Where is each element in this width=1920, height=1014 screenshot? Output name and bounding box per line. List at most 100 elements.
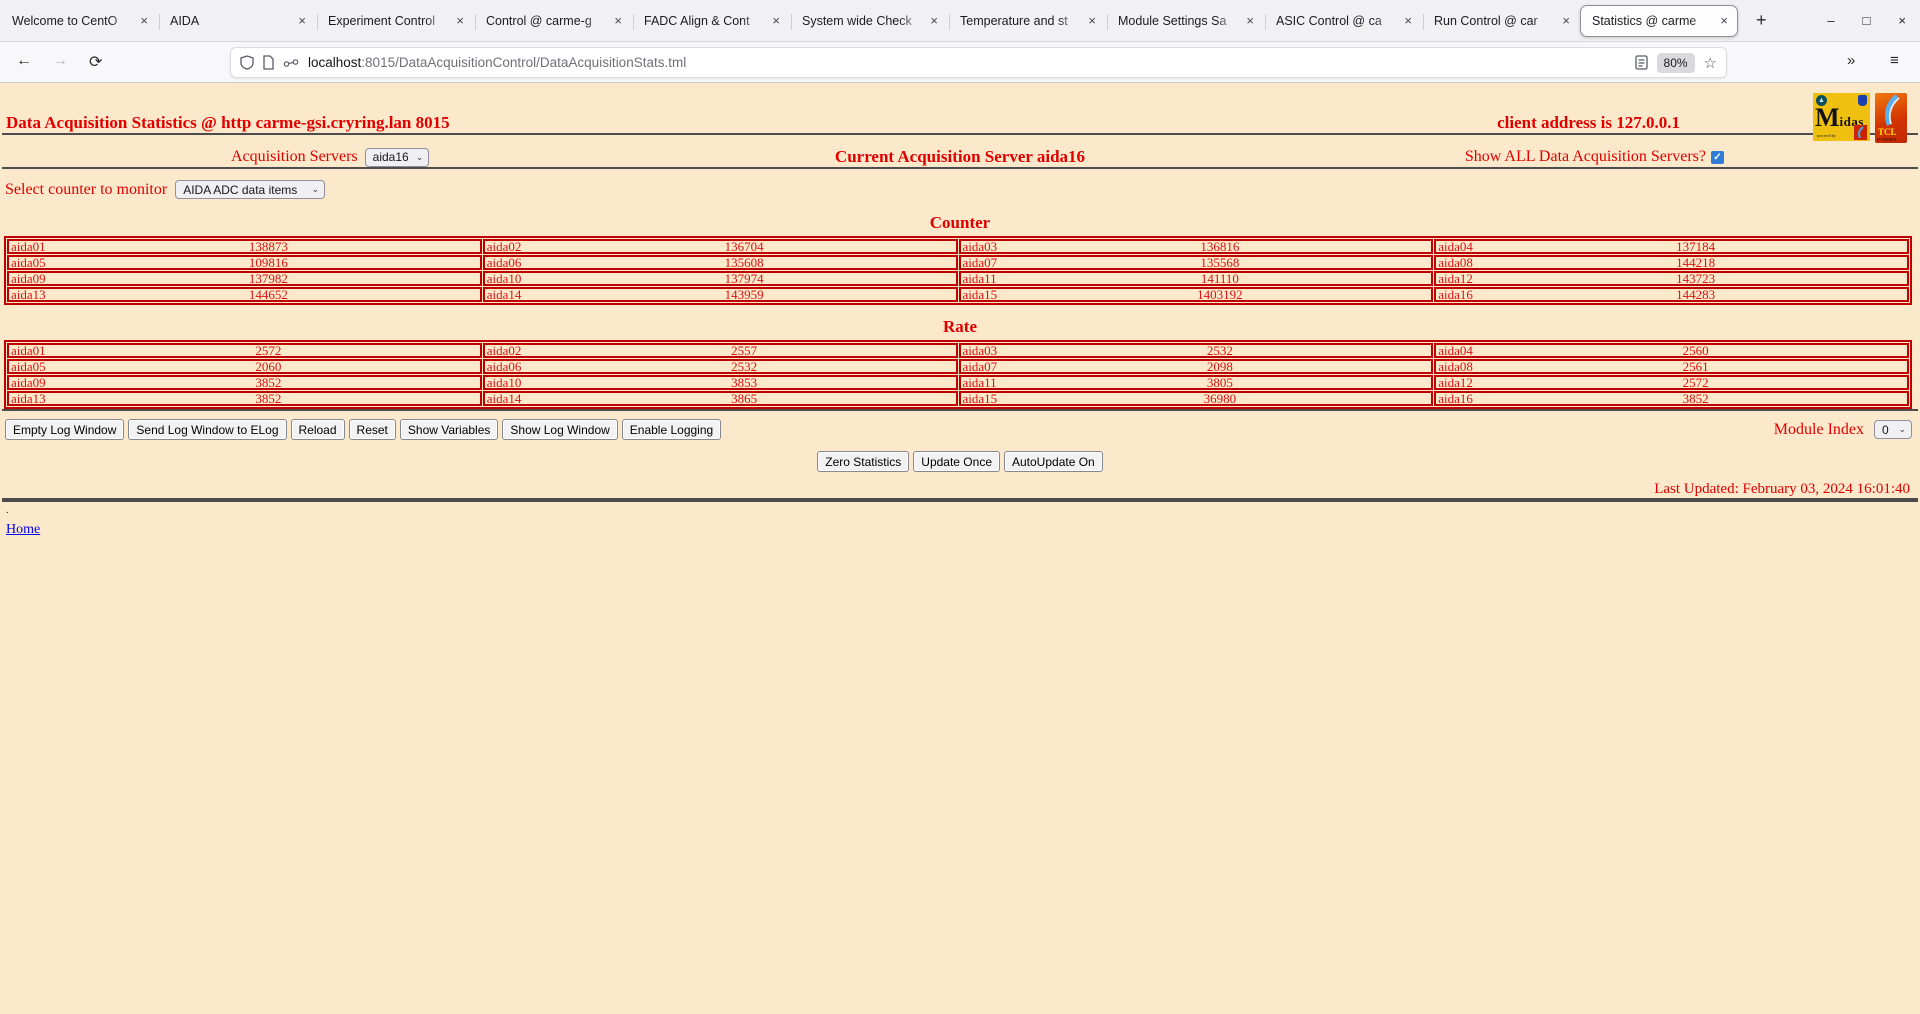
browser-tab[interactable]: ASIC Control @ ca × [1264, 5, 1422, 37]
table-cell: aida15 36980 [958, 391, 1434, 406]
close-tab-icon[interactable]: × [769, 13, 783, 28]
close-window-icon[interactable]: × [1898, 13, 1906, 28]
channel-name: aida15 [962, 287, 998, 302]
zero-statistics-button[interactable]: Zero Statistics [817, 451, 910, 472]
counter-pair: aida08 2561 [1436, 360, 1907, 373]
show-all-checkbox[interactable]: ✓ [1711, 150, 1724, 164]
channel-name: aida15 [962, 391, 998, 406]
url-text[interactable]: localhost:8015/DataAcquisitionControl/Da… [308, 55, 686, 70]
module-index-value: 0 [1882, 422, 1889, 437]
close-tab-icon[interactable]: × [1559, 13, 1573, 28]
show-all-label: Show ALL Data Acquisition Servers? [1464, 148, 1706, 165]
back-icon[interactable]: ← [16, 52, 32, 70]
reset-button[interactable]: Reset [348, 419, 396, 440]
send-log-window-to-elog-button[interactable]: Send Log Window to ELog [128, 419, 287, 440]
channel-value: 3865 [731, 391, 758, 406]
channel-value: 2532 [1206, 343, 1233, 358]
tab-title: ASIC Control @ ca [1276, 13, 1382, 28]
browser-tab[interactable]: FADC Align & Cont × [632, 5, 790, 37]
chevron-down-icon: ⌄ [311, 184, 320, 194]
acquisition-server-select[interactable]: aida16 ⌄ [364, 147, 430, 167]
counter-pair: aida13 144652 [9, 287, 480, 302]
close-tab-icon[interactable]: × [611, 13, 625, 28]
tcl-powered-logo: TCL POWERED [1875, 93, 1907, 143]
show-variables-button[interactable]: Show Variables [399, 419, 499, 440]
tracking-shield-icon[interactable] [240, 55, 254, 70]
counter-monitor-select[interactable]: AIDA ADC data items ⌄ [175, 180, 326, 199]
enable-logging-button[interactable]: Enable Logging [621, 419, 722, 440]
channel-value: 2572 [1682, 375, 1709, 390]
close-tab-icon[interactable]: × [927, 13, 941, 28]
table-cell: aida04 2560 [1434, 343, 1909, 358]
tab-separator [633, 13, 634, 30]
acquisition-server-value: aida16 [372, 150, 409, 164]
module-index-select[interactable]: 0 ⌄ [1874, 420, 1912, 439]
channel-value: 109816 [248, 255, 288, 270]
browser-tab[interactable]: Experiment Control × [316, 5, 474, 37]
autoupdate-on-button[interactable]: AutoUpdate On [1004, 451, 1103, 472]
close-tab-icon[interactable]: × [1717, 13, 1731, 28]
counter-pair: aida11 141110 [961, 272, 1432, 285]
counter-pair: aida09 3852 [9, 376, 480, 389]
table-cell: aida14 3865 [482, 391, 958, 406]
browser-tab[interactable]: Module Settings Sa × [1106, 5, 1264, 37]
channel-name: aida01 [11, 239, 46, 254]
empty-log-window-button[interactable]: Empty Log Window [5, 419, 125, 440]
new-tab-button[interactable]: + [1750, 10, 1773, 31]
reload-button[interactable]: Reload [290, 419, 345, 440]
browser-tab[interactable]: Temperature and st × [948, 5, 1106, 37]
url-bar[interactable]: localhost:8015/DataAcquisitionControl/Da… [230, 47, 1727, 78]
update-once-button[interactable]: Update Once [913, 451, 1000, 472]
table-cell: aida01 138873 [7, 239, 482, 254]
acquisition-servers-group: Acquisition Servers aida16 ⌄ [0, 147, 835, 167]
channel-name: aida04 [1438, 343, 1473, 358]
channel-name: aida03 [962, 239, 998, 254]
table-cell: aida05 109816 [7, 255, 482, 270]
close-tab-icon[interactable]: × [295, 13, 309, 28]
midas-powered-by: powered by [1817, 133, 1836, 138]
zoom-level-badge[interactable]: 80% [1656, 52, 1695, 73]
home-link[interactable]: Home [6, 522, 40, 537]
close-tab-icon[interactable]: × [1085, 13, 1099, 28]
counter-section-title: Counter [929, 213, 991, 232]
browser-tab[interactable]: System wide Check × [790, 5, 948, 37]
bookmark-star-icon[interactable]: ☆ [1704, 54, 1717, 72]
counter-pair: aida16 3852 [1436, 391, 1907, 406]
channel-value: 144652 [248, 287, 288, 302]
permissions-icon[interactable] [283, 58, 299, 68]
tab-title: AIDA [170, 13, 200, 28]
reader-mode-icon[interactable] [1634, 55, 1648, 70]
counter-pair: aida07 135568 [961, 256, 1432, 269]
close-tab-icon[interactable]: × [1243, 13, 1257, 28]
channel-name: aida09 [11, 271, 46, 286]
minimize-icon[interactable]: – [1827, 13, 1834, 28]
counter-pair: aida06 2532 [485, 360, 956, 373]
browser-tab[interactable]: Run Control @ car × [1422, 5, 1580, 37]
server-row: Acquisition Servers aida16 ⌄ Current Acq… [0, 147, 1920, 167]
toolbar-overflow-icon[interactable]: » [1847, 52, 1855, 69]
browser-tab[interactable]: Welcome to CentO × [0, 5, 158, 37]
page-info-icon[interactable] [262, 55, 275, 70]
channel-value: 1403192 [1197, 287, 1243, 302]
counter-pair: aida13 3852 [9, 392, 480, 405]
maximize-icon[interactable]: □ [1863, 13, 1871, 28]
close-tab-icon[interactable]: × [137, 13, 151, 28]
channel-name: aida16 [1438, 391, 1473, 406]
table-cell: aida11 3805 [958, 375, 1434, 390]
close-tab-icon[interactable]: × [453, 13, 467, 28]
menu-hamburger-icon[interactable]: ≡ [1890, 52, 1899, 69]
show-log-window-button[interactable]: Show Log Window [502, 419, 618, 440]
last-updated-text: Last Updated: February 03, 2024 16:01:40 [1654, 481, 1910, 497]
counter-row: aida09 137982 aida10 137974 aida11 141110 aida… [7, 271, 1909, 286]
counter-pair: aida05 109816 [9, 255, 480, 270]
reload-icon[interactable]: ⟳ [89, 52, 102, 72]
counter-pair: aida02 2557 [485, 344, 956, 357]
browser-tab[interactable]: Control @ carme-g × [474, 5, 632, 37]
browser-tab[interactable]: AIDA × [158, 5, 316, 37]
forward-icon[interactable]: → [52, 52, 68, 70]
counter-pair: aida02 136704 [485, 240, 956, 253]
counter-pair: aida16 144283 [1436, 288, 1907, 301]
close-tab-icon[interactable]: × [1401, 13, 1415, 28]
divider [2, 133, 1918, 135]
browser-tab[interactable]: Statistics @ carme × [1580, 4, 1738, 37]
